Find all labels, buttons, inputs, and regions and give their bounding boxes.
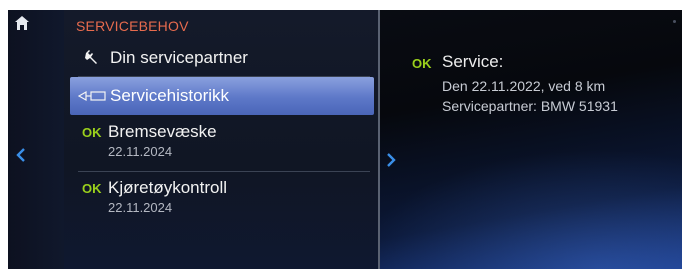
menu-item-service-partner[interactable]: Din servicepartner (70, 42, 374, 76)
wrench-icon (85, 50, 97, 64)
menu-divider (78, 171, 370, 172)
menu-item-label: Servicehistorikk (110, 86, 230, 105)
detail-date-mileage: Den 22.11.2022, ved 8 km (442, 78, 606, 94)
menu-item-date: 22.11.2024 (108, 144, 173, 159)
detail-service-partner: Servicepartner: BMW 51931 (442, 98, 618, 114)
status-badge: OK (82, 181, 102, 196)
detail-title: Service: (442, 52, 504, 71)
service-menu-panel: SERVICEBEHOV Din servicepartner Serviceh… (64, 10, 380, 269)
chevron-right-icon[interactable] (386, 152, 396, 168)
chevron-left-icon[interactable] (16, 147, 26, 163)
menu-item-label: Bremsevæske (108, 122, 217, 141)
screen-glare (352, 149, 682, 269)
menu-header: SERVICEBEHOV (76, 18, 189, 34)
menu-item-service-history[interactable]: Servicehistorikk (70, 77, 374, 115)
status-badge: OK (412, 56, 432, 71)
corner-indicator (673, 20, 676, 23)
idrive-screen: SERVICEBEHOV Din servicepartner Serviceh… (8, 10, 682, 269)
menu-item-label: Din servicepartner (110, 48, 248, 67)
menu-item-date: 22.11.2024 (108, 200, 173, 215)
service-history-icon (78, 90, 106, 102)
menu-item-vehicle-check[interactable]: OK Kjøretøykontroll 22.11.2024 (70, 176, 374, 226)
menu-item-brake-fluid[interactable]: OK Bremsevæske 22.11.2024 (70, 120, 374, 170)
menu-item-label: Kjøretøykontroll (108, 178, 228, 197)
status-badge: OK (82, 125, 102, 140)
left-rail (8, 10, 64, 269)
home-icon[interactable] (14, 15, 30, 31)
